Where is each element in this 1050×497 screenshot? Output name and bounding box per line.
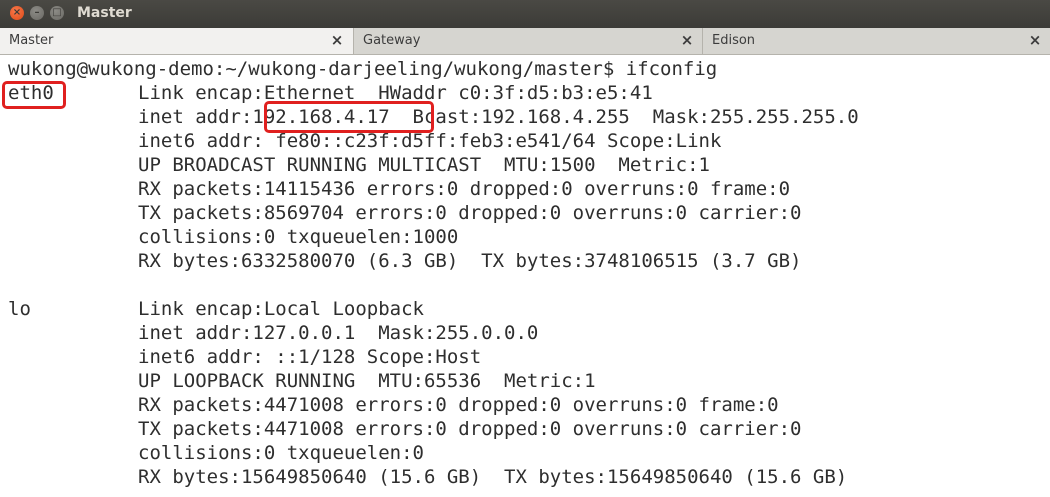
lo-line-inet: inet addr:127.0.0.1 Mask:255.0.0.0 [138, 322, 539, 344]
eth0-line-bytes: RX bytes:6332580070 (6.3 GB) TX bytes:37… [138, 250, 802, 272]
window-close-button[interactable]: × [10, 6, 24, 20]
window-titlebar: × – □ Master [0, 0, 1050, 28]
ip-address-highlight-box [264, 101, 434, 133]
tab-master-close-icon[interactable]: × [329, 31, 345, 49]
eth0-line-flags: UP BROADCAST RUNNING MULTICAST MTU:1500 … [138, 154, 710, 176]
window-maximize-button[interactable]: □ [50, 6, 64, 20]
tab-gateway[interactable]: Gateway × [354, 28, 703, 54]
terminal-prompt: wukong@wukong-demo:~/wukong-darjeeling/w… [8, 58, 718, 80]
tab-edison-label: Edison [712, 33, 756, 48]
eth0-line-collisions: collisions:0 txqueuelen:1000 [138, 226, 459, 248]
tab-edison[interactable]: Edison × [703, 28, 1050, 54]
lo-line-collisions: collisions:0 txqueuelen:0 [138, 442, 424, 464]
tab-gateway-close-icon[interactable]: × [679, 31, 695, 49]
eth0-line-inet: inet addr:192.168.4.17 Bcast:192.168.4.2… [138, 106, 859, 128]
terminal-output[interactable]: wukong@wukong-demo:~/wukong-darjeeling/w… [0, 55, 1050, 497]
tab-bar: Master × Gateway × Edison × [0, 28, 1050, 55]
interface-name-lo: lo [8, 298, 31, 320]
lo-line-flags: UP LOOPBACK RUNNING MTU:65536 Metric:1 [138, 370, 596, 392]
lo-line-rx-packets: RX packets:4471008 errors:0 dropped:0 ov… [138, 394, 779, 416]
tab-edison-close-icon[interactable]: × [1027, 31, 1043, 49]
lo-line-bytes: RX bytes:15649850640 (15.6 GB) TX bytes:… [138, 466, 848, 488]
lo-line-inet6: inet6 addr: ::1/128 Scope:Host [138, 346, 482, 368]
eth0-line-rx-packets: RX packets:14115436 errors:0 dropped:0 o… [138, 178, 791, 200]
tab-gateway-label: Gateway [363, 33, 421, 48]
window-title: Master [77, 5, 132, 21]
eth0-highlight-box [2, 81, 66, 109]
tab-master[interactable]: Master × [0, 28, 354, 54]
lo-line-link: Link encap:Local Loopback [138, 298, 424, 320]
lo-line-tx-packets: TX packets:4471008 errors:0 dropped:0 ov… [138, 418, 802, 440]
eth0-line-tx-packets: TX packets:8569704 errors:0 dropped:0 ov… [138, 202, 802, 224]
window-minimize-button[interactable]: – [30, 6, 44, 20]
tab-master-label: Master [9, 33, 54, 48]
